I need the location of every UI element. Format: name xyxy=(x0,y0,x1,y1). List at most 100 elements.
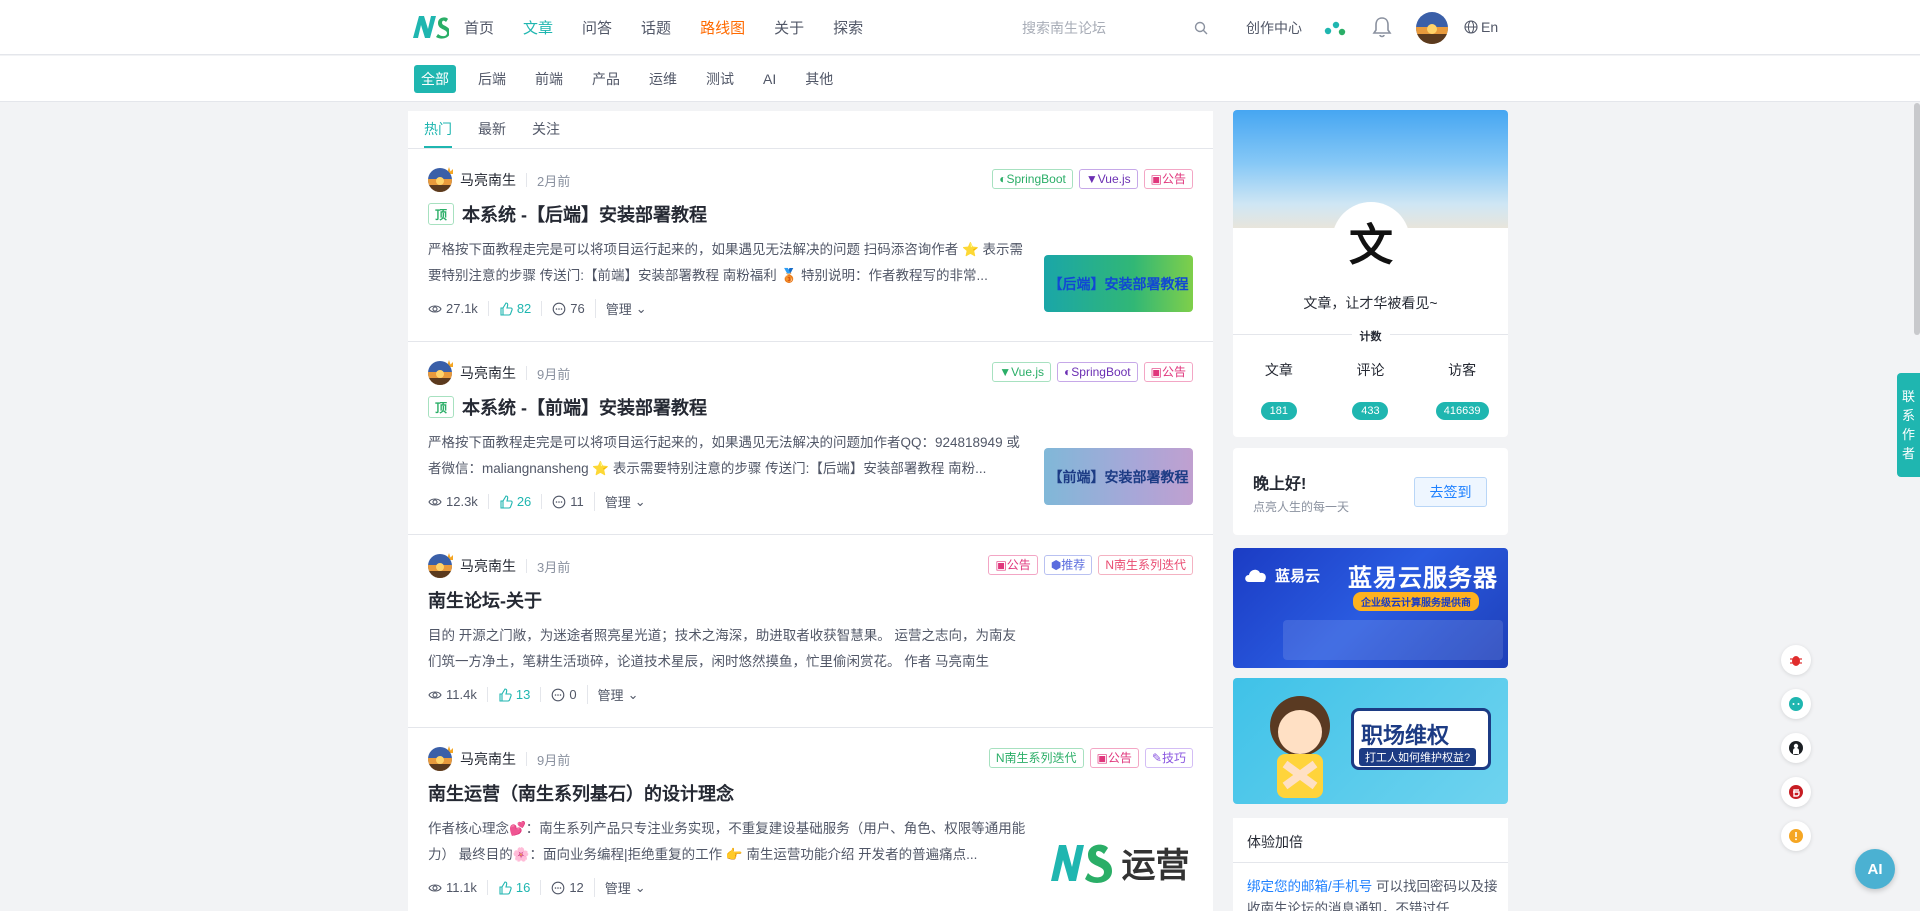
article-excerpt[interactable]: 严格按下面教程走完是可以将项目运行起来的，如果遇见无法解决的问题 扫码添咨询作者… xyxy=(428,237,1028,289)
comments-button[interactable]: 12 xyxy=(540,880,593,895)
tag-badge[interactable]: N南生系列迭代 xyxy=(988,748,1084,768)
user-avatar[interactable] xyxy=(1416,12,1448,44)
bell-icon[interactable] xyxy=(1371,16,1393,38)
article-thumbnail[interactable]: 【后端】安装部署教程 xyxy=(1044,255,1193,312)
tag-badge[interactable]: ⬢推荐 xyxy=(1043,555,1093,575)
author-name[interactable]: 马亮南生 xyxy=(460,363,516,383)
manage-dropdown[interactable]: 管理 ⌄ xyxy=(586,685,649,704)
contact-author-button[interactable]: 联系作者 xyxy=(1897,373,1920,477)
category-item[interactable]: 运维 xyxy=(642,65,684,93)
author-avatar[interactable] xyxy=(428,168,452,192)
manage-dropdown[interactable]: 管理 ⌄ xyxy=(593,492,656,511)
comments-button[interactable]: 76 xyxy=(541,301,594,316)
search-input[interactable] xyxy=(1012,13,1202,43)
nav-link[interactable]: 路线图 xyxy=(700,17,745,38)
article-item[interactable]: 马亮南生 9月前 N南生系列迭代 ▣公告 ✎技巧 南生运营（南生系列基石）的设计理念 作者核… xyxy=(408,728,1213,911)
tag-badge[interactable]: ◐SpringBoot xyxy=(1057,362,1138,382)
tag-icon: N xyxy=(1105,558,1114,572)
article-title[interactable]: 南生论坛-关于 xyxy=(428,587,1193,613)
comment-icon xyxy=(551,688,565,701)
article-list-panel: 热门 最新 关注 马亮南生 2月前 ◐SpringBoot ▼Vue.js ▣公告顶本系统 … xyxy=(408,111,1213,911)
category-item[interactable]: 后端 xyxy=(471,65,513,93)
nav-link[interactable]: 探索 xyxy=(833,17,863,38)
tag-badge[interactable]: ▣公告 xyxy=(1143,169,1193,189)
logo-icon[interactable] xyxy=(411,12,449,42)
category-item[interactable]: 产品 xyxy=(585,65,627,93)
tag-badge[interactable]: ▣公告 xyxy=(1089,748,1139,768)
divider xyxy=(526,173,527,187)
tag-badge[interactable]: ▼Vue.js xyxy=(992,362,1052,382)
server-ad-banner[interactable]: 蓝易云 蓝易云服务器 企业级云计算服务提供商 xyxy=(1233,548,1508,668)
article-item[interactable]: 马亮南生 3月前 ▣公告 ⬢推荐 N南生系列迭代 南生论坛-关于 目的 开源之门敞，为迷途者… xyxy=(408,535,1213,728)
sort-tab[interactable]: 热门 xyxy=(424,111,452,148)
tag-badge[interactable]: N南生系列迭代 xyxy=(1098,555,1193,575)
manage-label: 管理 xyxy=(597,688,624,703)
author-avatar[interactable] xyxy=(428,361,452,385)
category-item[interactable]: 全部 xyxy=(414,65,456,93)
bug-report-button[interactable] xyxy=(1781,645,1811,675)
language-switch[interactable]: En xyxy=(1464,19,1498,35)
article-excerpt[interactable]: 严格按下面教程走完是可以将项目运行起来的，如果遇见无法解决的问题加作者QQ：92… xyxy=(428,430,1028,482)
comments-button[interactable]: 11 xyxy=(541,494,594,509)
article-title[interactable]: 顶本系统 -【后端】安装部署教程 xyxy=(428,201,1193,227)
manage-dropdown[interactable]: 管理 ⌄ xyxy=(594,299,657,318)
article-title-text[interactable]: 本系统 -【后端】安装部署教程 xyxy=(462,201,707,227)
tag-badge[interactable]: ▣公告 xyxy=(988,555,1038,575)
tag-badge[interactable]: ◐SpringBoot xyxy=(992,169,1073,189)
nav-link[interactable]: 关于 xyxy=(774,17,804,38)
tag-label: Vue.js xyxy=(1097,172,1131,186)
nav-link[interactable]: 文章 xyxy=(523,17,553,38)
count-cell[interactable]: 访客 416639 xyxy=(1422,360,1502,420)
author-name[interactable]: 马亮南生 xyxy=(460,170,516,190)
article-title[interactable]: 顶本系统 -【前端】安装部署教程 xyxy=(428,394,1193,420)
nav-link[interactable]: 话题 xyxy=(641,17,671,38)
sort-tab[interactable]: 关注 xyxy=(532,111,560,148)
count-cell[interactable]: 文章 181 xyxy=(1239,360,1319,420)
count-cell[interactable]: 评论 433 xyxy=(1330,360,1410,420)
like-button[interactable]: 16 xyxy=(486,880,540,895)
article-title[interactable]: 南生运营（南生系列基石）的设计理念 xyxy=(428,780,1193,806)
like-button[interactable]: 26 xyxy=(487,494,541,509)
tag-badge[interactable]: ▣公告 xyxy=(1143,362,1193,382)
author-avatar[interactable] xyxy=(428,747,452,771)
rights-ad-banner[interactable]: 职场维权 打工人如何维护权益? xyxy=(1233,678,1508,804)
search-box[interactable] xyxy=(1012,13,1212,43)
ai-assistant-button[interactable]: AI xyxy=(1855,849,1895,889)
apps-dots-icon[interactable] xyxy=(1323,18,1347,38)
category-item[interactable]: AI xyxy=(756,67,783,91)
category-item[interactable]: 前端 xyxy=(528,65,570,93)
category-item[interactable]: 测试 xyxy=(699,65,741,93)
author-name[interactable]: 马亮南生 xyxy=(460,749,516,769)
github-button[interactable] xyxy=(1781,733,1811,763)
notice-button[interactable] xyxy=(1781,821,1811,851)
tag-badge[interactable]: ✎技巧 xyxy=(1144,748,1193,768)
article-item[interactable]: 马亮南生 2月前 ◐SpringBoot ▼Vue.js ▣公告顶本系统 -【后端】安装… xyxy=(408,149,1213,342)
article-title-text[interactable]: 南生论坛-关于 xyxy=(428,587,542,613)
article-item[interactable]: 马亮南生 9月前 ▼Vue.js ◐SpringBoot ▣公告顶本系统 -【前端】安装… xyxy=(408,342,1213,535)
article-title-text[interactable]: 本系统 -【前端】安装部署教程 xyxy=(462,394,707,420)
manage-dropdown[interactable]: 管理 ⌄ xyxy=(593,878,656,897)
article-title-text[interactable]: 南生运营（南生系列基石）的设计理念 xyxy=(428,780,734,806)
article-excerpt[interactable]: 目的 开源之门敞，为迷途者照亮星光道；技术之海深，助进取者收获智慧果。 运营之志… xyxy=(428,623,1028,675)
article-thumbnail[interactable]: 运营 xyxy=(1044,834,1193,891)
article-excerpt[interactable]: 作者核心理念💕：南生系列产品只专注业务实现，不重复建设基础服务（用户、角色、权限… xyxy=(428,816,1028,868)
sort-tab[interactable]: 最新 xyxy=(478,111,506,148)
author-avatar[interactable] xyxy=(428,554,452,578)
chat-button[interactable] xyxy=(1781,689,1811,719)
create-center-link[interactable]: 创作中心 xyxy=(1246,18,1302,38)
scrollbar-thumb[interactable] xyxy=(1914,103,1920,335)
author-name[interactable]: 马亮南生 xyxy=(460,556,516,576)
nav-link[interactable]: 问答 xyxy=(582,17,612,38)
gitee-button[interactable] xyxy=(1781,777,1811,807)
like-button[interactable]: 13 xyxy=(486,687,540,702)
bind-account-link[interactable]: 绑定您的邮箱/手机号 xyxy=(1247,879,1372,894)
category-item[interactable]: 其他 xyxy=(798,65,840,93)
views-stat: 11.4k xyxy=(428,687,487,702)
nav-link[interactable]: 首页 xyxy=(464,17,494,38)
article-thumbnail[interactable]: 【前端】安装部署教程 xyxy=(1044,448,1193,505)
tag-badge[interactable]: ▼Vue.js xyxy=(1078,169,1138,189)
search-icon[interactable] xyxy=(1194,21,1208,35)
comments-button[interactable]: 0 xyxy=(540,687,586,702)
like-button[interactable]: 82 xyxy=(487,301,541,316)
checkin-button[interactable]: 去签到 xyxy=(1414,477,1487,507)
